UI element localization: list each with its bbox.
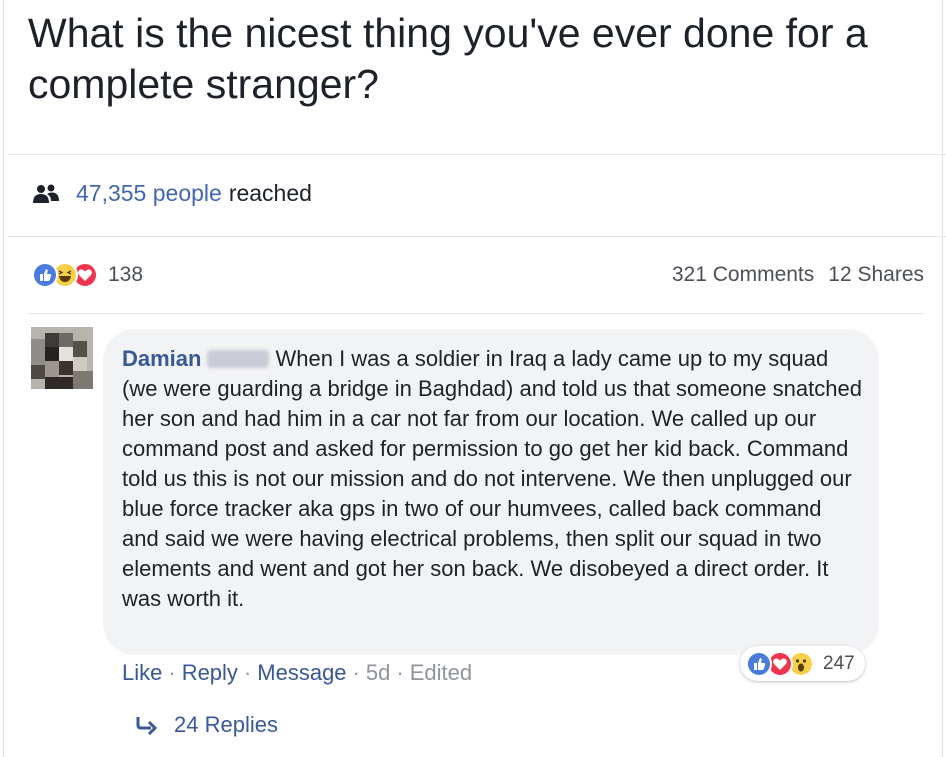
message-link[interactable]: Message xyxy=(257,660,346,686)
separator: · xyxy=(243,660,252,685)
people-icon xyxy=(33,184,59,203)
replies-label[interactable]: 24 Replies xyxy=(174,712,278,738)
divider xyxy=(28,313,924,314)
post-stats: 321 Comments 12 Shares xyxy=(672,263,924,287)
separator: · xyxy=(352,660,360,685)
reaction-summary[interactable]: 138 xyxy=(32,262,143,288)
separator: · xyxy=(168,660,176,685)
reply-link[interactable]: Reply xyxy=(182,660,238,686)
like-reaction-icon xyxy=(32,262,58,288)
comment-reactions[interactable]: 247 xyxy=(740,646,865,681)
comment-bubble: Damian When I was a soldier in Iraq a lad… xyxy=(103,329,879,655)
reply-arrow-icon xyxy=(136,717,158,735)
divider xyxy=(8,154,946,155)
comments-count-link[interactable]: 321 Comments xyxy=(672,263,814,287)
comment-actions: Like · Reply · Message · 5d · Edited xyxy=(122,660,472,686)
avatar[interactable] xyxy=(31,327,93,389)
reach-label: reached xyxy=(228,180,312,206)
comment-text: When I was a soldier in Iraq a lady came… xyxy=(122,346,862,611)
post-question: What is the nicest thing you've ever don… xyxy=(28,10,868,107)
comment-author[interactable]: Damian xyxy=(122,346,201,371)
edited-label[interactable]: Edited xyxy=(410,660,472,686)
shares-count-link[interactable]: 12 Shares xyxy=(828,263,924,287)
reaction-count: 138 xyxy=(108,263,144,286)
like-link[interactable]: Like xyxy=(122,660,162,686)
comment-reaction-count: 247 xyxy=(823,652,855,674)
reach-count[interactable]: 47,355 people xyxy=(76,180,222,207)
separator: · xyxy=(396,660,404,685)
post-card: What is the nicest thing you've ever don… xyxy=(3,0,946,757)
reaction-bar: 138 321 Comments 12 Shares xyxy=(32,258,924,292)
comment-body: Damian When I was a soldier in Iraq a lad… xyxy=(122,344,862,614)
like-reaction-icon xyxy=(746,650,772,677)
view-replies-link[interactable]: 24 Replies xyxy=(134,712,278,738)
redacted-surname xyxy=(207,350,270,368)
comment-timestamp[interactable]: 5d xyxy=(366,660,390,686)
reach-row[interactable]: 47,355 people reached xyxy=(32,180,312,207)
divider xyxy=(8,236,946,237)
